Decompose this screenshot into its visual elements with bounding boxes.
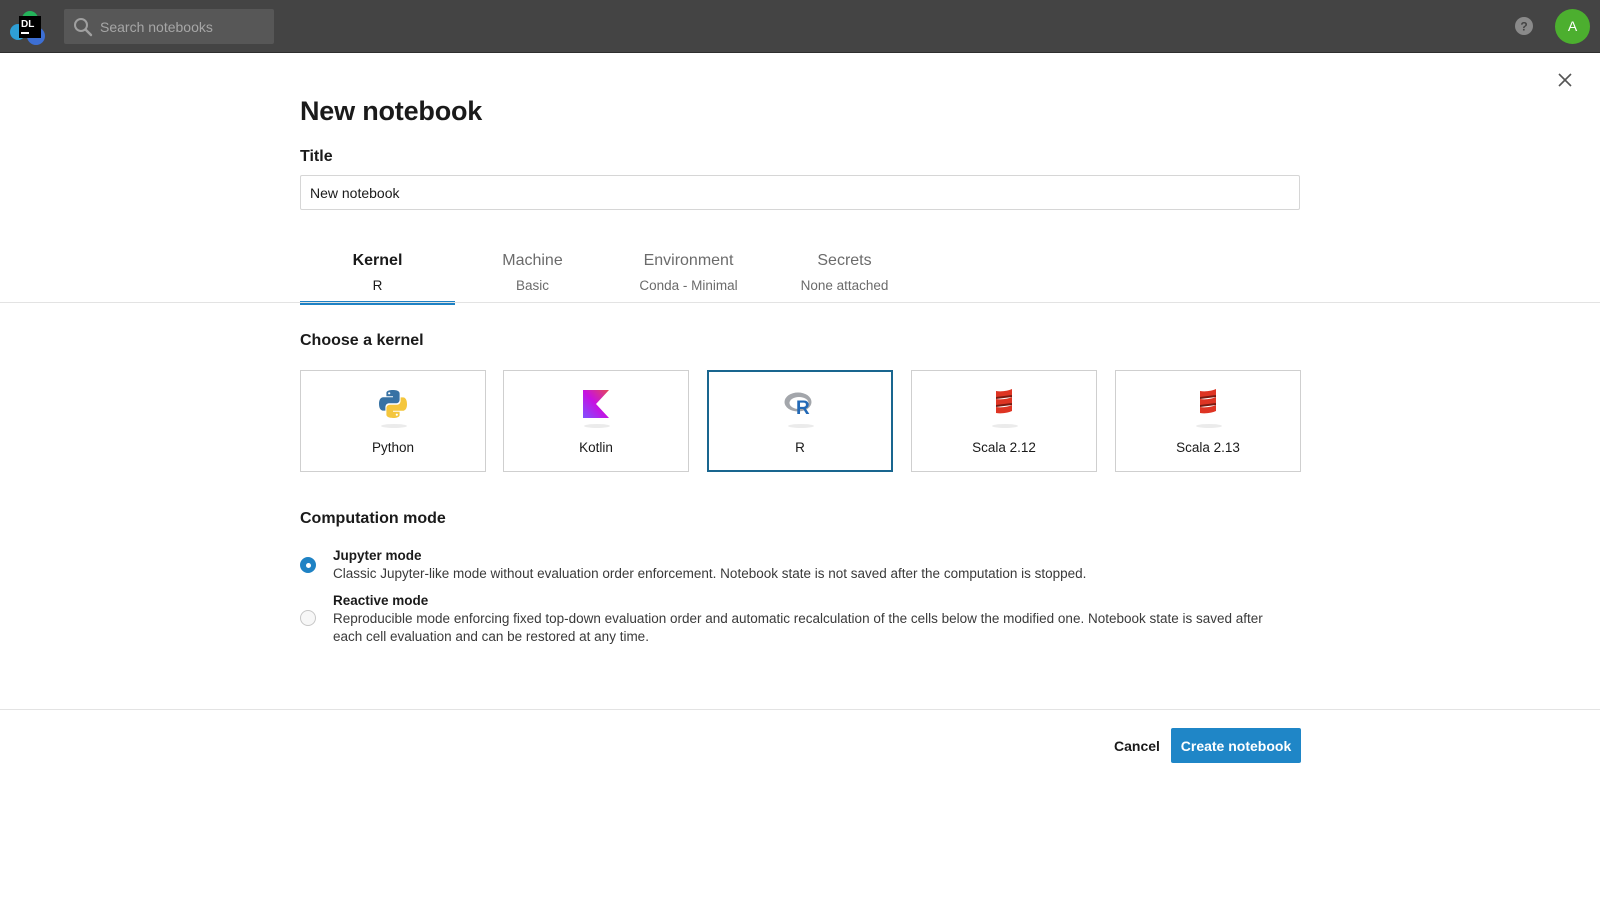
- r-icon: R: [784, 392, 812, 419]
- kernel-option-r[interactable]: R R: [707, 370, 893, 472]
- search-icon: [74, 18, 93, 37]
- search-input[interactable]: [100, 9, 270, 44]
- scala-icon: [996, 389, 1012, 414]
- computation-heading: Computation mode: [300, 510, 446, 527]
- jupyter-mode-description: Classic Jupyter-like mode without evalua…: [333, 566, 1087, 581]
- close-icon[interactable]: [1557, 72, 1573, 88]
- svg-text:R: R: [796, 398, 810, 419]
- tabs-divider: [0, 302, 1600, 303]
- icon-shadow: [584, 424, 610, 428]
- tab-label: Environment: [643, 252, 734, 269]
- tab-sublabel: R: [372, 278, 383, 293]
- avatar[interactable]: A: [1555, 9, 1590, 44]
- icon-shadow: [1196, 424, 1222, 428]
- question-circle-icon[interactable]: ?: [1514, 16, 1534, 36]
- top-bar: DL ? A: [0, 0, 1600, 53]
- jupyter-mode-title[interactable]: Jupyter mode: [333, 548, 422, 563]
- icon-shadow: [788, 424, 814, 428]
- search-box[interactable]: [64, 9, 274, 44]
- kernel-option-kotlin[interactable]: Kotlin: [503, 370, 689, 472]
- reactive-mode-radio[interactable]: [300, 610, 316, 626]
- kernel-option-python[interactable]: Python: [300, 370, 486, 472]
- title-input[interactable]: [300, 175, 1300, 210]
- scala-icon: [1200, 389, 1216, 414]
- kernel-name: Kotlin: [579, 440, 613, 455]
- tab-environment[interactable]: Environment Conda - Minimal: [611, 250, 766, 304]
- tab-sublabel: Basic: [515, 278, 549, 293]
- icon-shadow: [381, 424, 407, 428]
- logo-text: DL: [21, 19, 34, 30]
- icon-shadow: [992, 424, 1018, 428]
- tab-sublabel: Conda - Minimal: [639, 278, 738, 293]
- kernel-name: R: [795, 440, 805, 455]
- kernel-name: Scala 2.12: [972, 440, 1036, 455]
- python-icon: [379, 390, 407, 418]
- jupyter-mode-radio[interactable]: [300, 557, 316, 573]
- datalore-logo-icon[interactable]: DL: [10, 10, 48, 46]
- page-title: New notebook: [300, 96, 483, 126]
- create-notebook-button[interactable]: Create notebook: [1171, 728, 1301, 763]
- title-label: Title: [300, 148, 333, 165]
- tab-label: Kernel: [352, 252, 403, 269]
- tab-kernel[interactable]: Kernel R: [300, 250, 455, 305]
- reactive-mode-description: Reproducible mode enforcing fixed top-do…: [333, 611, 1263, 644]
- tab-label: Machine: [502, 252, 563, 269]
- kernel-option-scala-2-12[interactable]: Scala 2.12: [911, 370, 1097, 472]
- reactive-mode-title[interactable]: Reactive mode: [333, 593, 428, 608]
- kernel-name: Python: [371, 440, 415, 455]
- kernel-name: Scala 2.13: [1176, 440, 1240, 455]
- kernel-option-scala-2-13[interactable]: Scala 2.13: [1115, 370, 1301, 472]
- kernel-heading: Choose a kernel: [300, 332, 424, 349]
- tab-machine[interactable]: Machine Basic: [455, 250, 610, 304]
- tab-label: Secrets: [817, 252, 872, 269]
- svg-text:?: ?: [1520, 20, 1527, 34]
- cancel-button[interactable]: Cancel: [1094, 728, 1180, 763]
- tab-sublabel: None attached: [800, 278, 889, 293]
- tab-secrets[interactable]: Secrets None attached: [767, 250, 922, 304]
- kotlin-icon: [583, 390, 609, 418]
- footer-divider: [0, 709, 1600, 710]
